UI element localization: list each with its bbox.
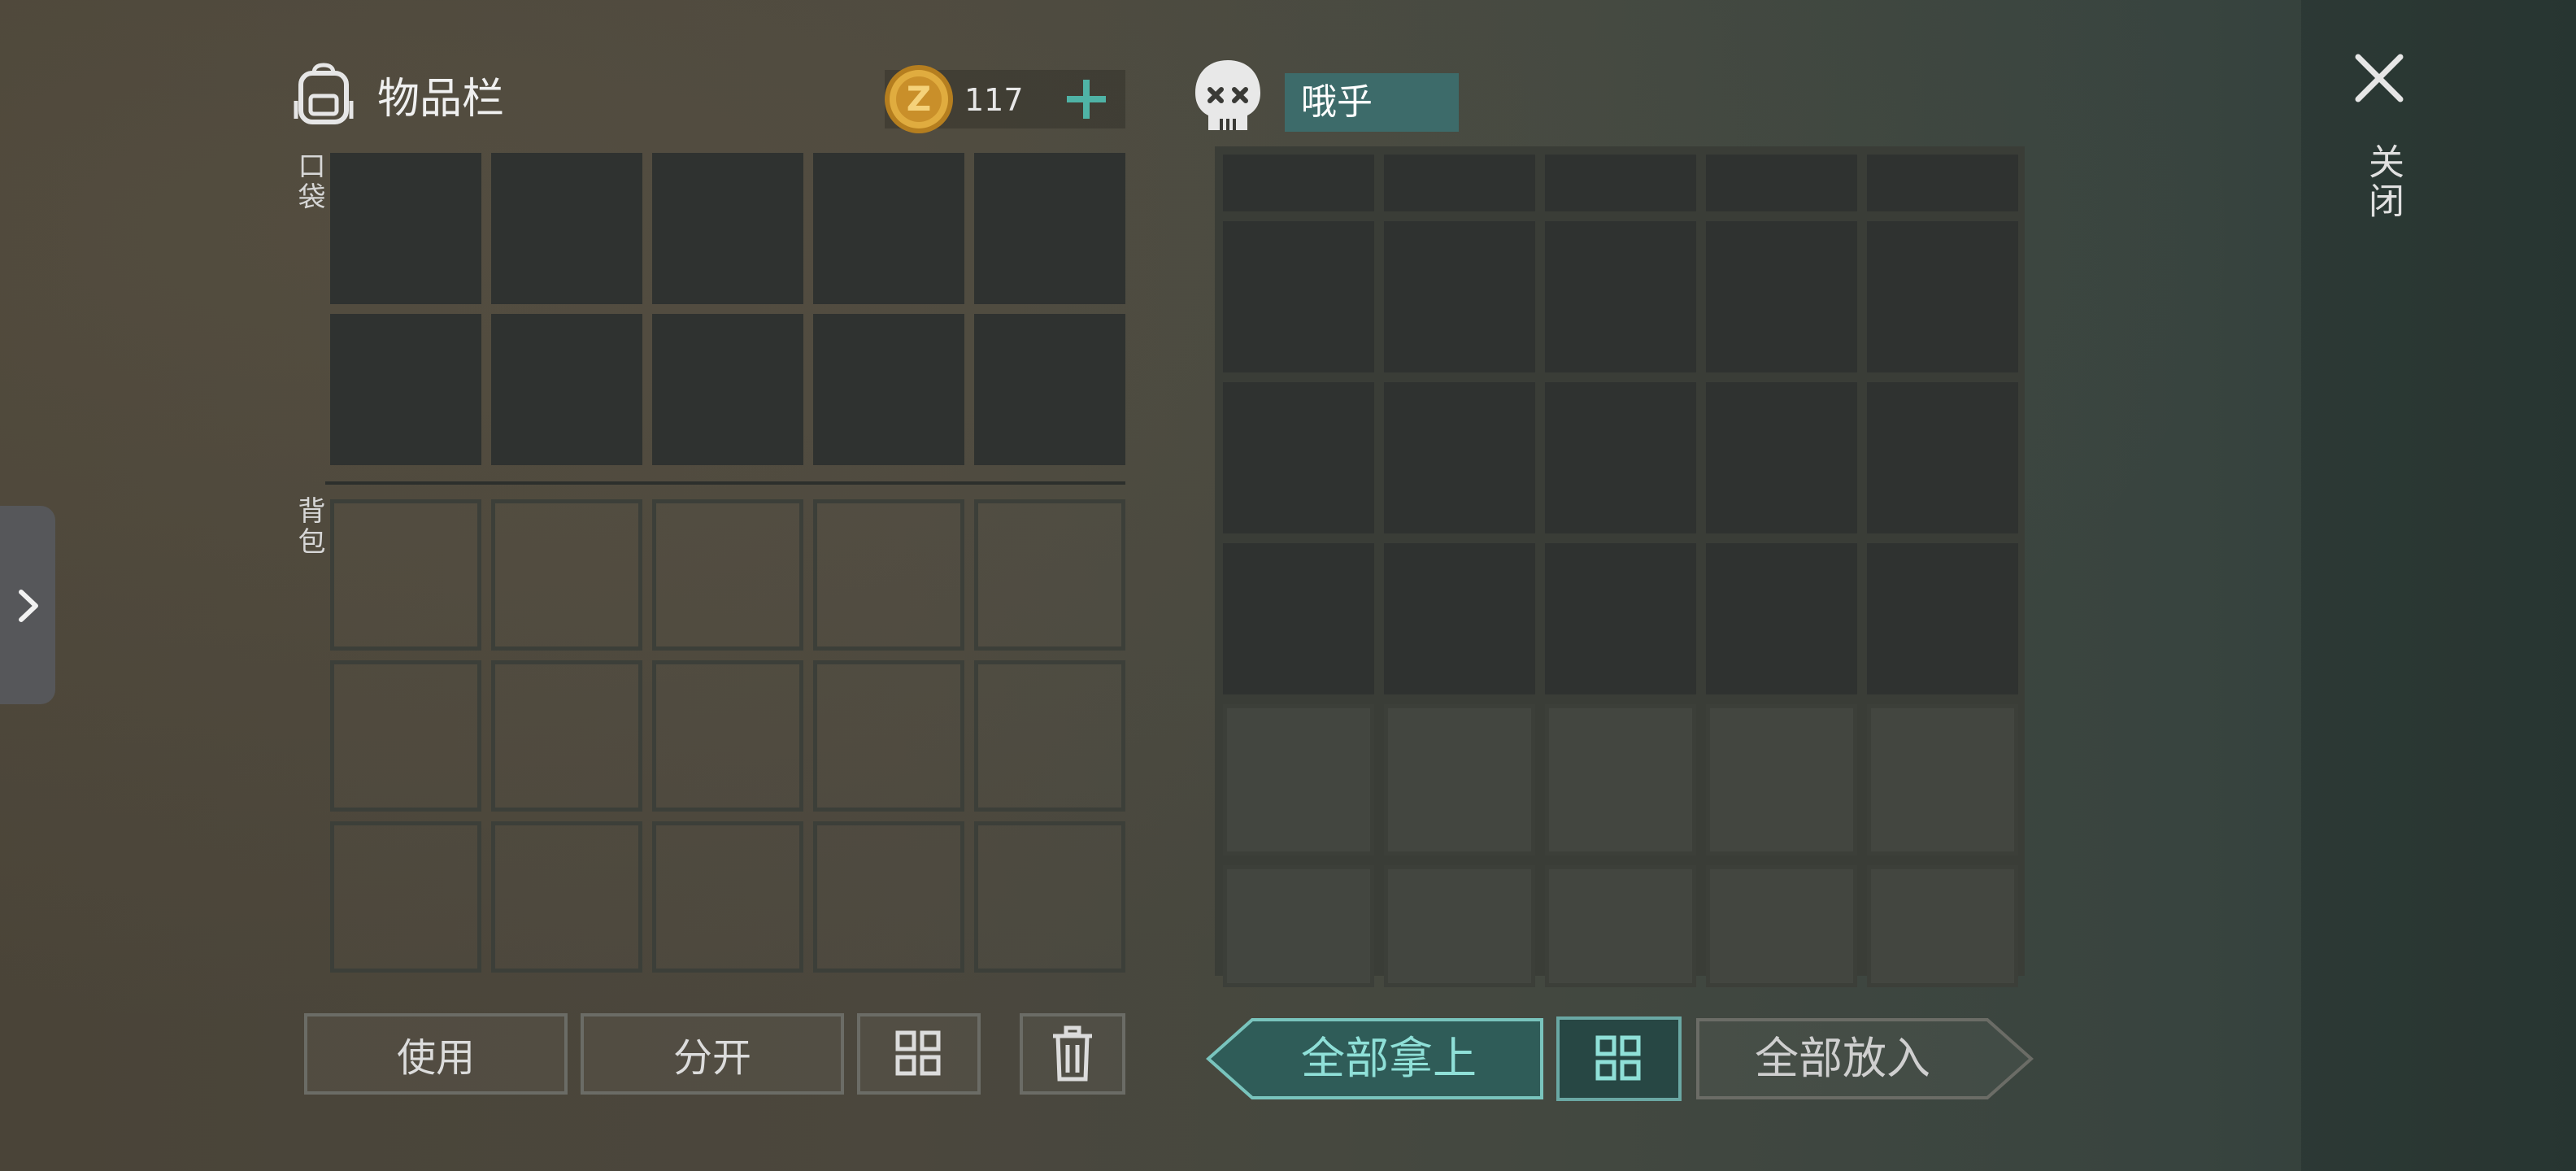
pocket-label: 口袋 bbox=[293, 151, 325, 213]
backpack-slot[interactable] bbox=[813, 660, 964, 812]
svg-text:Z: Z bbox=[907, 79, 931, 119]
loot-slot[interactable] bbox=[1545, 543, 1696, 694]
inventory-title: 物品栏 bbox=[377, 75, 505, 124]
split-button[interactable]: 分开 bbox=[581, 1013, 844, 1095]
loot-slot[interactable] bbox=[1867, 221, 2018, 372]
loot-slot[interactable] bbox=[1706, 221, 1857, 372]
backpack-icon bbox=[294, 63, 354, 124]
trash-icon bbox=[1053, 1025, 1092, 1082]
pocket-slot[interactable] bbox=[330, 314, 481, 465]
pocket-slot[interactable] bbox=[491, 314, 642, 465]
close-label[interactable]: 关闭 bbox=[2356, 143, 2408, 221]
loot-slot[interactable] bbox=[1545, 155, 1696, 211]
backpack-slot[interactable] bbox=[652, 499, 803, 651]
skull-icon bbox=[1195, 60, 1260, 130]
loot-slot[interactable] bbox=[1706, 704, 1857, 855]
pocket-slot[interactable] bbox=[652, 153, 803, 304]
loot-slot[interactable] bbox=[1545, 382, 1696, 533]
pocket-slot[interactable] bbox=[974, 314, 1125, 465]
loot-slot[interactable] bbox=[1706, 382, 1857, 533]
loot-slot[interactable] bbox=[1545, 704, 1696, 855]
pocket-slot[interactable] bbox=[330, 153, 481, 304]
loot-slot[interactable] bbox=[1706, 155, 1857, 211]
loot-slots bbox=[1223, 155, 2018, 987]
loot-slot[interactable] bbox=[1384, 221, 1535, 372]
loot-slot[interactable] bbox=[1223, 865, 1374, 987]
loot-slot[interactable] bbox=[1545, 865, 1696, 987]
pocket-slot[interactable] bbox=[491, 153, 642, 304]
loot-slot[interactable] bbox=[1706, 543, 1857, 694]
pocket-slot[interactable] bbox=[974, 153, 1125, 304]
loot-slot[interactable] bbox=[1384, 155, 1535, 211]
loot-slot[interactable] bbox=[1384, 382, 1535, 533]
loot-slot[interactable] bbox=[1867, 704, 2018, 855]
loot-slot[interactable] bbox=[1867, 382, 2018, 533]
loot-slot[interactable] bbox=[1384, 543, 1535, 694]
backpack-slot[interactable] bbox=[491, 821, 642, 973]
loot-slot[interactable] bbox=[1223, 221, 1374, 372]
backpack-label: 背包 bbox=[293, 496, 325, 558]
plus-icon[interactable] bbox=[1057, 73, 1116, 125]
loot-slot[interactable] bbox=[1384, 865, 1535, 987]
backpack-slot[interactable] bbox=[813, 821, 964, 973]
trash-button[interactable] bbox=[1020, 1013, 1125, 1095]
put-all-button[interactable]: 全部放入 bbox=[1695, 1016, 2036, 1101]
backpack-slot[interactable] bbox=[974, 499, 1125, 651]
backpack-slot[interactable] bbox=[491, 499, 642, 651]
loot-slot[interactable] bbox=[1867, 155, 2018, 211]
pocket-grid bbox=[330, 153, 1125, 465]
backpack-slot[interactable] bbox=[974, 660, 1125, 812]
pocket-slot[interactable] bbox=[813, 314, 964, 465]
loot-slot[interactable] bbox=[1223, 382, 1374, 533]
pocket-slot[interactable] bbox=[813, 153, 964, 304]
take-all-label: 全部拿上 bbox=[1301, 1033, 1477, 1084]
sort-inventory-button[interactable] bbox=[857, 1013, 981, 1095]
backpack-slot[interactable] bbox=[652, 821, 803, 973]
sort-loot-button[interactable] bbox=[1556, 1016, 1682, 1101]
backpack-slot[interactable] bbox=[330, 821, 481, 973]
section-divider bbox=[325, 481, 1125, 485]
backpack-slot[interactable] bbox=[974, 821, 1125, 973]
coin-count: 117 bbox=[964, 82, 1024, 118]
use-button[interactable]: 使用 bbox=[304, 1013, 568, 1095]
loot-slot[interactable] bbox=[1384, 704, 1535, 855]
loot-slot[interactable] bbox=[1545, 221, 1696, 372]
sort-icon bbox=[895, 1030, 941, 1076]
loot-slot[interactable] bbox=[1867, 865, 2018, 987]
backpack-slot[interactable] bbox=[330, 660, 481, 812]
coin-icon: Z bbox=[885, 65, 953, 133]
chevron-right-icon[interactable] bbox=[15, 586, 42, 626]
take-all-button[interactable]: 全部拿上 bbox=[1203, 1016, 1545, 1101]
backpack-slot[interactable] bbox=[330, 499, 481, 651]
sort-icon bbox=[1595, 1035, 1641, 1081]
backpack-slot[interactable] bbox=[652, 660, 803, 812]
right-shade bbox=[2301, 0, 2576, 1171]
loot-slot[interactable] bbox=[1223, 155, 1374, 211]
close-icon[interactable] bbox=[2350, 49, 2408, 107]
loot-name: 哦乎 bbox=[1301, 81, 1373, 123]
backpack-slot[interactable] bbox=[491, 660, 642, 812]
loot-slot[interactable] bbox=[1867, 543, 2018, 694]
backpack-slot[interactable] bbox=[813, 499, 964, 651]
backpack-grid bbox=[330, 499, 1125, 973]
loot-slot[interactable] bbox=[1223, 543, 1374, 694]
loot-slot[interactable] bbox=[1223, 704, 1374, 855]
put-all-label: 全部放入 bbox=[1755, 1033, 1930, 1084]
pocket-slot[interactable] bbox=[652, 314, 803, 465]
loot-slot[interactable] bbox=[1706, 865, 1857, 987]
